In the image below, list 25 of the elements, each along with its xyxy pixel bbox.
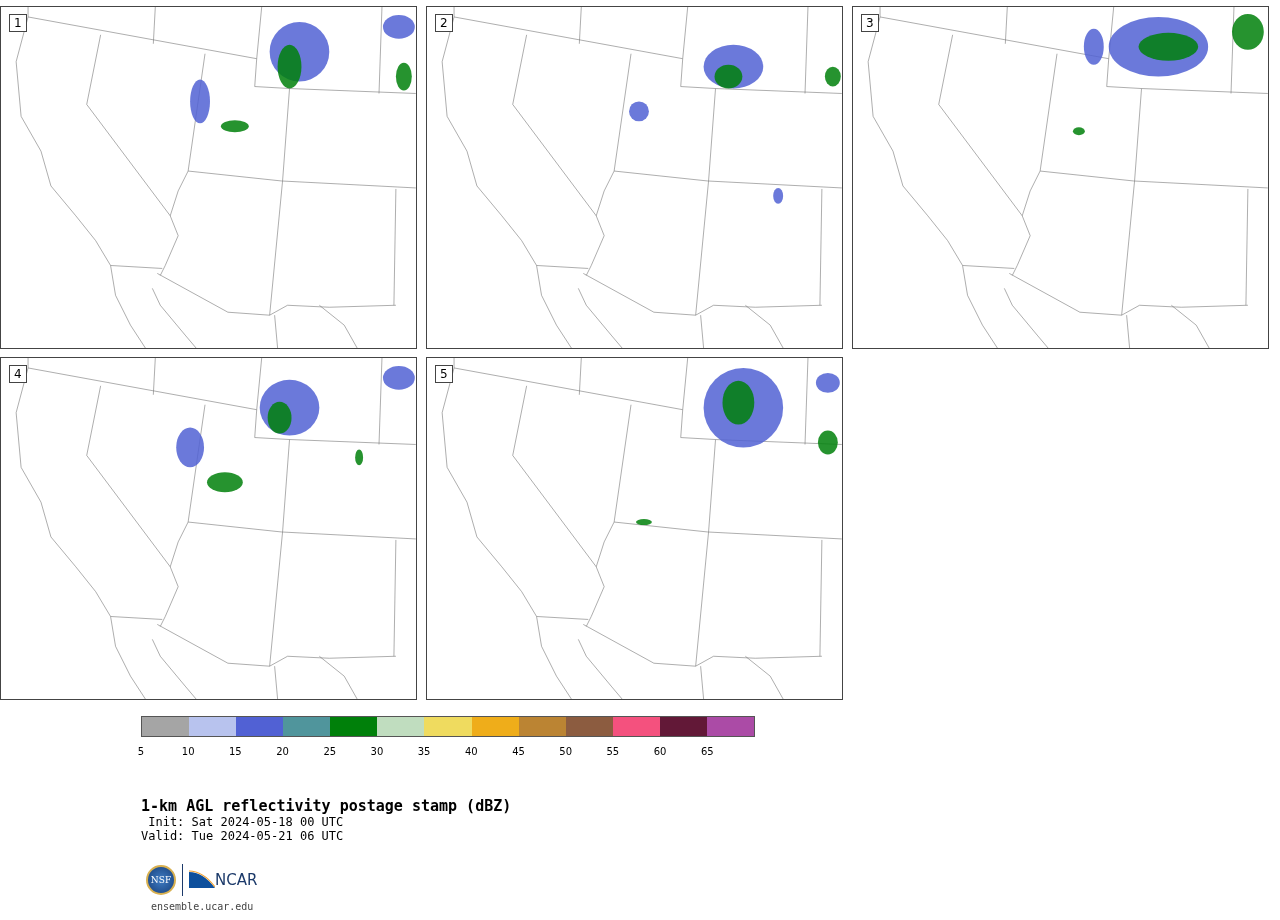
tick-label: 25 [323, 746, 337, 757]
tick-label: 5 [137, 746, 145, 757]
tick-label: 55 [606, 746, 620, 757]
tick-label: 50 [559, 746, 573, 757]
panel-number: 4 [9, 365, 27, 383]
site-url: ensemble.ucar.edu [151, 901, 254, 912]
ncar-logo: NCAR [215, 871, 258, 889]
panel-number: 3 [861, 14, 879, 32]
swoosh-icon [189, 870, 215, 890]
tick-label: 10 [181, 746, 195, 757]
nsf-logo: NSF [146, 865, 176, 895]
init-time: Init: Sat 2024-05-18 00 UTC [148, 815, 344, 829]
tick-label: 40 [464, 746, 478, 757]
tick-label: 15 [229, 746, 242, 757]
tick-label: 35 [417, 746, 431, 757]
panel-number: 2 [435, 14, 453, 32]
tick-label: 65 [700, 746, 714, 757]
tick-label: 20 [276, 746, 289, 757]
tick-label: 30 [370, 746, 384, 757]
panel-number: 5 [435, 365, 453, 383]
tick-label: 60 [653, 746, 667, 757]
valid-time: Valid: Tue 2024-05-21 06 UTC [141, 829, 344, 843]
panel-number: 1 [9, 14, 27, 32]
chart-title: 1-km AGL reflectivity postage stamp (dBZ) [141, 797, 512, 815]
tick-label: 45 [512, 746, 525, 757]
